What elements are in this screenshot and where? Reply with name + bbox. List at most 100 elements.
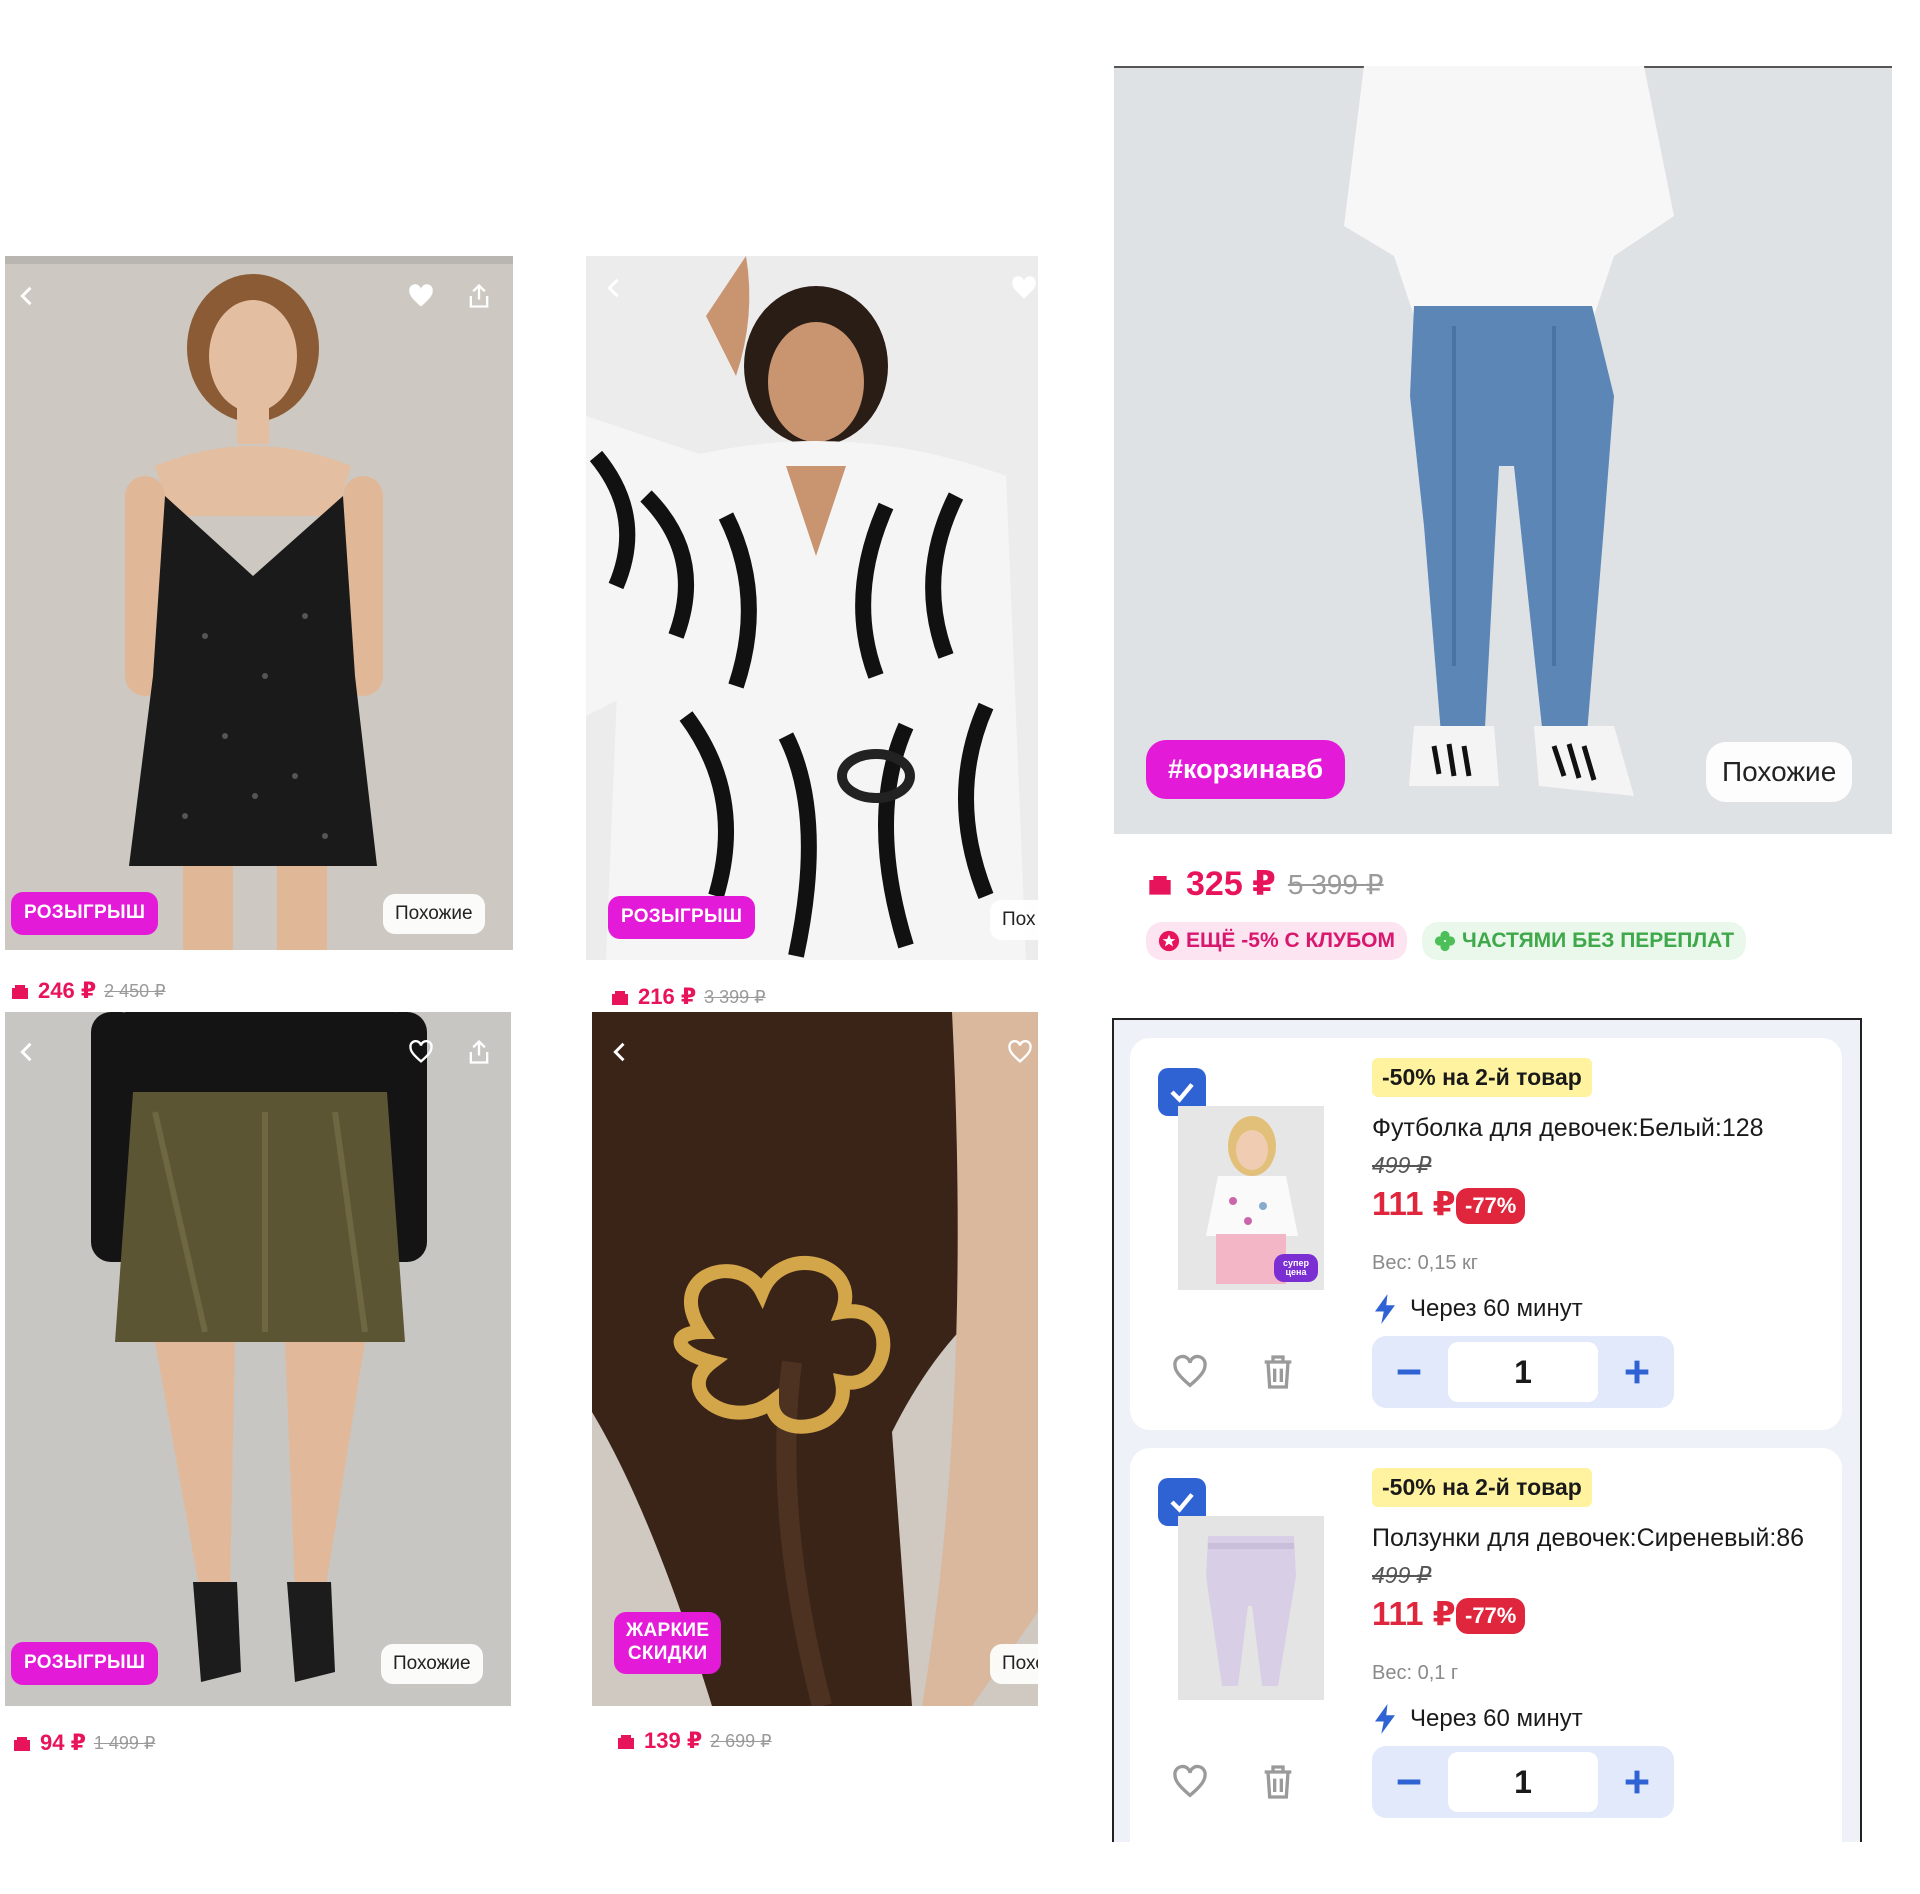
discount-badge: -77%	[1456, 1598, 1526, 1634]
decrease-button[interactable]	[1372, 1746, 1446, 1818]
item-name[interactable]: Ползунки для девочек:Сиреневый:86	[1372, 1524, 1804, 1553]
promo-badge: ЖАРКИЕ СКИДКИ	[614, 1612, 722, 1674]
price: 111 ₽	[1372, 1185, 1456, 1222]
promo-badge-line: ЖАРКИЕ	[626, 1620, 710, 1641]
price: 216 ₽	[638, 984, 697, 1009]
lightning-icon	[1375, 1294, 1395, 1324]
check-icon	[1170, 1083, 1194, 1103]
quantity-value[interactable]: 1	[1448, 1342, 1598, 1402]
similar-button[interactable]: Пох	[990, 900, 1038, 940]
similar-button[interactable]: Похо	[990, 1644, 1038, 1684]
decrease-button[interactable]	[1372, 1336, 1446, 1408]
price-row: 216 ₽ 3 399 ₽	[610, 984, 766, 1010]
share-icon[interactable]	[461, 278, 497, 314]
old-price: 5 399 ₽	[1287, 868, 1384, 900]
promo-badge-line: СКИДКИ	[627, 1642, 708, 1664]
clover-icon	[1434, 930, 1456, 952]
trash-icon[interactable]	[1254, 1348, 1302, 1396]
check-icon	[1170, 1493, 1194, 1513]
price-row: 325 ₽ 5 399 ₽	[1146, 864, 1384, 904]
promo-label: -50% на 2-й товар	[1372, 1468, 1592, 1507]
plus-icon	[1625, 1770, 1649, 1794]
product-card-hair-clip[interactable]: ЖАРКИЕ СКИДКИ Похо	[592, 1012, 1038, 1706]
promo-badge: РОЗЫГРЫШ	[608, 896, 756, 939]
price-row: 94 ₽ 1 499 ₽	[12, 1730, 155, 1756]
delivery-text: Через 60 минут	[1410, 1705, 1583, 1732]
wallet-icon	[1149, 876, 1171, 895]
heart-icon[interactable]	[1006, 270, 1038, 306]
quantity-value[interactable]: 1	[1448, 1752, 1598, 1812]
cart-item: супер цена -50% на 2-й товар Футболка дл…	[1130, 1038, 1842, 1430]
back-icon[interactable]	[602, 1034, 638, 1070]
old-price: 499 ₽	[1372, 1562, 1432, 1588]
heart-icon[interactable]	[403, 278, 439, 314]
plus-icon	[1625, 1360, 1649, 1384]
quantity-stepper: 1	[1372, 1746, 1674, 1818]
old-price: 499 ₽	[1372, 1152, 1432, 1178]
product-photo	[5, 1012, 511, 1706]
product-photo	[5, 256, 513, 950]
cart-panel: супер цена -50% на 2-й товар Футболка дл…	[1112, 1018, 1862, 1842]
product-card-dress[interactable]: РОЗЫГРЫШ Похожие	[5, 256, 513, 950]
product-photo	[1114, 66, 1892, 834]
favorite-heart-icon[interactable]	[1166, 1758, 1214, 1806]
product-card-jeans[interactable]: #корзинавб Похожие	[1114, 66, 1892, 834]
trash-icon[interactable]	[1254, 1758, 1302, 1806]
old-price: 3 399 ₽	[704, 986, 766, 1007]
similar-button[interactable]: Похожие	[381, 1644, 483, 1684]
promo-badge: РОЗЫГРЫШ	[11, 1642, 159, 1685]
old-price: 1 499 ₽	[93, 1732, 156, 1753]
price: 325 ₽	[1186, 865, 1276, 903]
old-price: 2 699 ₽	[710, 1730, 772, 1751]
super-price-badge: супер цена	[1274, 1254, 1318, 1282]
hashtag-badge[interactable]: #корзинавб	[1146, 740, 1346, 799]
back-icon[interactable]	[596, 270, 632, 306]
price: 139 ₽	[644, 1728, 703, 1753]
favorite-heart-icon[interactable]	[1166, 1348, 1214, 1396]
discount-badge: -77%	[1456, 1188, 1526, 1224]
similar-button[interactable]: Похожие	[383, 894, 485, 934]
share-icon[interactable]	[461, 1034, 497, 1070]
product-photo	[592, 1012, 1038, 1706]
delivery-info: Через 60 минут	[1372, 1704, 1583, 1734]
price: 111 ₽	[1372, 1595, 1456, 1632]
chip-label: ЧАСТЯМИ БЕЗ ПЕРЕПЛАТ	[1462, 929, 1735, 952]
back-icon[interactable]	[9, 278, 45, 314]
chip-label: ЕЩЁ -5% С КЛУБОМ	[1186, 929, 1396, 952]
cart-item: -50% на 2-й товар Ползунки для девочек:С…	[1130, 1448, 1842, 1842]
delivery-info: Через 60 минут	[1372, 1294, 1583, 1324]
lightning-icon	[1375, 1704, 1395, 1734]
installments-chip[interactable]: ЧАСТЯМИ БЕЗ ПЕРЕПЛАТ	[1422, 922, 1747, 960]
old-price: 2 450 ₽	[104, 980, 166, 1001]
increase-button[interactable]	[1600, 1336, 1674, 1408]
promo-label: -50% на 2-й товар	[1372, 1058, 1592, 1097]
similar-button[interactable]: Похожие	[1706, 742, 1853, 802]
delivery-text: Через 60 минут	[1410, 1295, 1583, 1322]
promo-badge: РОЗЫГРЫШ	[11, 892, 159, 935]
product-card-zebra[interactable]: РОЗЫГРЫШ Пох	[586, 256, 1038, 960]
wallet-icon	[612, 991, 628, 1005]
heart-outline-icon[interactable]	[403, 1034, 439, 1070]
price: 246 ₽	[38, 978, 97, 1003]
item-weight: Вес: 0,15 кг	[1372, 1252, 1479, 1274]
club-discount-chip[interactable]: ЕЩЁ -5% С КЛУБОМ	[1146, 922, 1408, 960]
price-row: 246 ₽ 2 450 ₽	[10, 978, 166, 1004]
product-card-skirt[interactable]: РОЗЫГРЫШ Похожие	[5, 1012, 511, 1706]
quantity-stepper: 1	[1372, 1336, 1674, 1408]
item-weight: Вес: 0,1 г	[1372, 1662, 1459, 1684]
minus-icon	[1397, 1369, 1421, 1375]
item-thumbnail	[1178, 1516, 1324, 1700]
heart-outline-icon[interactable]	[1002, 1034, 1038, 1070]
increase-button[interactable]	[1600, 1746, 1674, 1818]
price: 94 ₽	[40, 1730, 86, 1755]
star-icon	[1158, 930, 1180, 952]
item-name[interactable]: Футболка для девочек:Белый:128	[1372, 1114, 1764, 1143]
back-icon[interactable]	[9, 1034, 45, 1070]
wallet-icon	[618, 1735, 634, 1749]
item-thumbnail: супер цена	[1178, 1106, 1324, 1290]
minus-icon	[1397, 1779, 1421, 1785]
wallet-icon	[12, 985, 28, 999]
product-photo	[586, 256, 1038, 960]
wallet-icon	[14, 1737, 30, 1751]
price-row: 139 ₽ 2 699 ₽	[616, 1728, 772, 1754]
